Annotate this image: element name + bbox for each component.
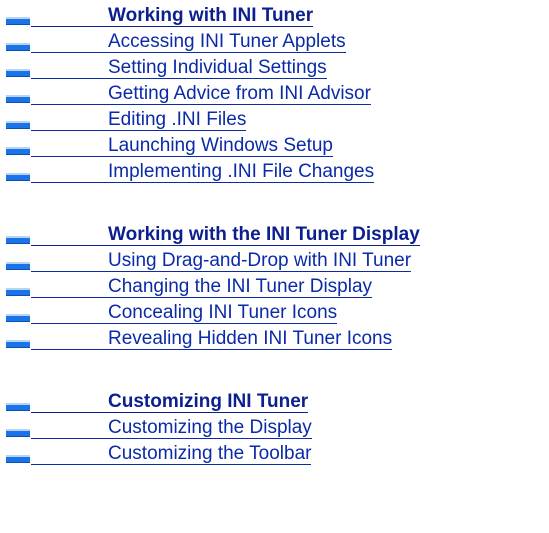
topic-link[interactable]: Editing .INI Files: [31, 110, 247, 131]
topic-chip-icon: [6, 17, 30, 25]
section-heading-link[interactable]: Customizing INI Tuner: [31, 392, 309, 413]
topic-chip-icon: [6, 455, 30, 463]
section-heading-link[interactable]: Working with INI Tuner: [31, 6, 314, 27]
topic-row[interactable]: Accessing INI Tuner Applets: [0, 30, 549, 56]
topic-chip-icon: [6, 429, 30, 437]
topic-row[interactable]: Implementing .INI File Changes: [0, 160, 549, 186]
section-heading-link[interactable]: Working with the INI Tuner Display: [31, 225, 420, 246]
topic-chip-icon: [6, 403, 30, 411]
topic-chip-icon: [6, 314, 30, 322]
topic-chip-icon: [6, 340, 30, 348]
topic-chip-icon: [6, 95, 30, 103]
topic-chip-icon: [6, 43, 30, 51]
topic-link[interactable]: Customizing the Toolbar: [31, 444, 312, 465]
topic-row[interactable]: Concealing INI Tuner Icons: [0, 301, 549, 327]
topic-link[interactable]: Revealing Hidden INI Tuner Icons: [31, 329, 393, 350]
section-heading-row[interactable]: Customizing INI Tuner: [0, 390, 549, 416]
topic-chip-icon: [6, 147, 30, 155]
topic-row[interactable]: Getting Advice from INI Advisor: [0, 82, 549, 108]
topic-chip-icon: [6, 69, 30, 77]
topic-chip-icon: [6, 262, 30, 270]
topic-row[interactable]: Customizing the Display: [0, 416, 549, 442]
section-heading-row[interactable]: Working with INI Tuner: [0, 4, 549, 30]
topic-row[interactable]: Changing the INI Tuner Display: [0, 275, 549, 301]
section-heading-row[interactable]: Working with the INI Tuner Display: [0, 223, 549, 249]
topic-link[interactable]: Setting Individual Settings: [31, 58, 327, 79]
topic-chip-icon: [6, 288, 30, 296]
topic-row[interactable]: Using Drag-and-Drop with INI Tuner: [0, 249, 549, 275]
topic-row[interactable]: Editing .INI Files: [0, 108, 549, 134]
topic-link[interactable]: Implementing .INI File Changes: [31, 162, 375, 183]
topic-link[interactable]: Launching Windows Setup: [31, 136, 333, 157]
topic-chip-icon: [6, 121, 30, 129]
topic-link[interactable]: Accessing INI Tuner Applets: [31, 32, 346, 53]
help-topic-list: Working with INI Tuner Accessing INI Tun…: [0, 0, 549, 533]
topic-chip-icon: [6, 236, 30, 244]
topic-link[interactable]: Changing the INI Tuner Display: [31, 277, 373, 298]
topic-row[interactable]: Revealing Hidden INI Tuner Icons: [0, 327, 549, 353]
topic-link[interactable]: Getting Advice from INI Advisor: [31, 84, 371, 105]
topic-row[interactable]: Customizing the Toolbar: [0, 442, 549, 468]
topic-link[interactable]: Concealing INI Tuner Icons: [31, 303, 338, 324]
topic-chip-icon: [6, 173, 30, 181]
topic-row[interactable]: Setting Individual Settings: [0, 56, 549, 82]
topic-link[interactable]: Using Drag-and-Drop with INI Tuner: [31, 251, 412, 272]
topic-link[interactable]: Customizing the Display: [31, 418, 312, 439]
topic-row[interactable]: Launching Windows Setup: [0, 134, 549, 160]
